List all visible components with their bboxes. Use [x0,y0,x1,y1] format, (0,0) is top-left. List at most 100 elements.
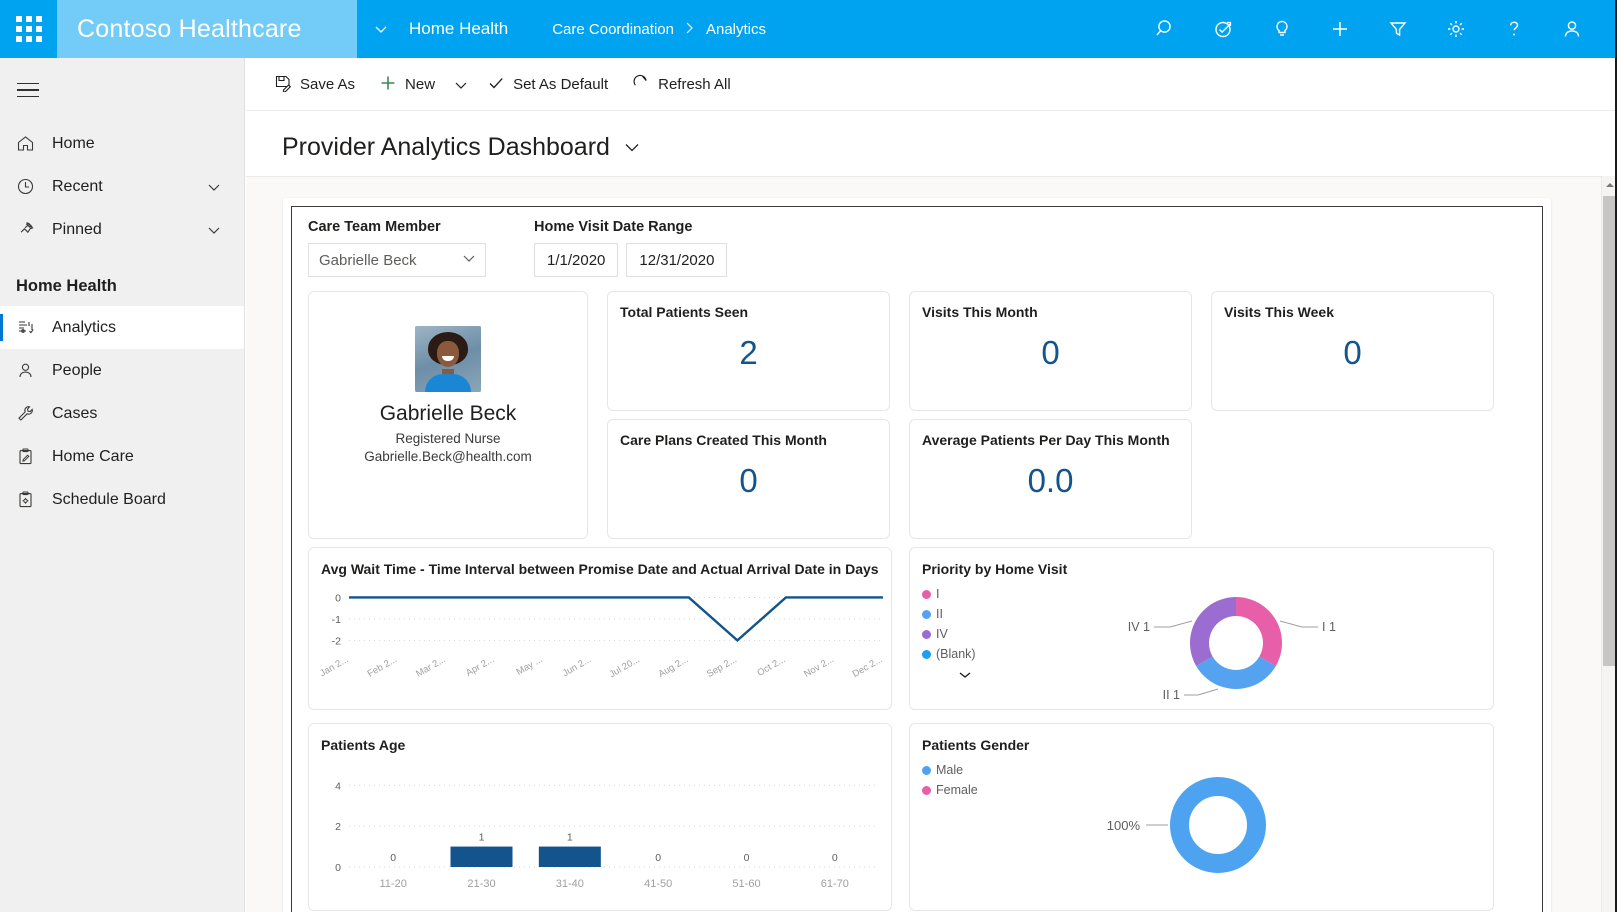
breadcrumb-current[interactable]: Analytics [706,21,766,38]
sidebar-item-pinned[interactable]: Pinned [0,208,244,251]
kpi-title: Visits This Week [1212,292,1493,320]
sidebar-item-schedule-board[interactable]: Schedule Board [0,478,244,521]
kpi-title: Total Patients Seen [608,292,889,320]
chart-title: Patients Age [309,724,891,755]
avatar [415,326,481,392]
hamburger-icon[interactable] [0,64,56,116]
svg-text:0: 0 [832,852,838,864]
person-icon[interactable] [1543,0,1601,58]
svg-text:11-20: 11-20 [380,878,407,890]
sidebar-item-home[interactable]: Home [0,122,244,165]
dashboard-inner: Care Team Member Gabrielle Beck Home Vis… [291,206,1543,912]
svg-text:100%: 100% [1106,818,1140,833]
chart-tile-patients-gender[interactable]: Patients Gender MaleFemale 100% [909,723,1494,911]
sidebar-item-label: People [52,362,244,380]
legend-label: IV [936,627,948,641]
set-as-default-label: Set As Default [513,76,608,93]
app-launcher-icon[interactable] [0,0,57,58]
svg-text:51-60: 51-60 [732,878,760,890]
chart-tile-avg-wait-time[interactable]: Avg Wait Time - Time Interval between Pr… [308,547,892,710]
date-range-end-input[interactable]: 12/31/2020 [626,243,727,277]
sidebar-item-recent[interactable]: Recent [0,165,244,208]
sidebar-item-home-care[interactable]: Home Care [0,435,244,478]
legend-item[interactable]: Male [922,763,978,777]
kpi-tile-total-patients-seen[interactable]: Total Patients Seen 2 [607,291,890,411]
plus-icon[interactable] [1311,0,1369,58]
chevron-down-icon[interactable] [357,0,405,58]
refresh-all-label: Refresh All [658,76,731,93]
sidebar-item-label: Schedule Board [52,491,244,509]
gear-icon[interactable] [1427,0,1485,58]
legend-label: I [936,587,939,601]
breadcrumb: Care Coordination Analytics [552,21,766,38]
app-name-link[interactable]: Home Health [405,19,522,39]
care-team-member-value: Gabrielle Beck [319,252,461,269]
kpi-value: 0 [608,462,889,500]
search-icon[interactable] [1137,0,1195,58]
patients-gender-donut-chart: 100% [988,755,1428,895]
date-range-label: Home Visit Date Range [534,219,727,235]
legend-item[interactable]: I [922,587,976,601]
person-icon [16,361,52,380]
provider-profile-tile: Gabrielle Beck Registered Nurse Gabriell… [308,291,588,539]
chart-tile-patients-age[interactable]: Patients Age 024011-20121-30131-40041-50… [308,723,892,911]
sidebar-item-people[interactable]: People [0,349,244,392]
svg-text:21-30: 21-30 [467,878,495,890]
svg-text:Sep 2...: Sep 2... [705,654,739,680]
chevron-down-icon[interactable] [206,179,244,195]
sidebar-group-title: Home Health [0,251,244,306]
priority-donut-chart: I 1IV 1II 1 [996,579,1426,707]
set-as-default-button[interactable]: Set As Default [475,65,620,105]
svg-text:1: 1 [567,832,573,844]
sidebar-item-analytics[interactable]: Analytics [0,306,244,349]
svg-text:IV 1: IV 1 [1127,620,1149,634]
svg-text:Apr 2...: Apr 2... [464,654,496,679]
svg-text:Aug 2...: Aug 2... [656,654,690,680]
brand-title: Contoso Healthcare [57,0,357,58]
analytics-icon [16,318,52,337]
chevron-down-icon[interactable] [206,222,244,238]
kpi-title: Visits This Month [910,292,1191,320]
kpi-tile-visits-this-month[interactable]: Visits This Month 0 [909,291,1192,411]
svg-text:2: 2 [335,821,341,833]
dashboard-filters: Care Team Member Gabrielle Beck Home Vis… [308,219,1526,277]
save-as-button[interactable]: Save As [262,65,367,105]
legend-item[interactable]: Female [922,783,978,797]
care-team-member-filter: Care Team Member Gabrielle Beck [308,219,486,277]
legend-label: Female [936,783,978,797]
filter-icon[interactable] [1369,0,1427,58]
svg-text:4: 4 [335,781,341,793]
lightbulb-icon[interactable] [1253,0,1311,58]
legend-item[interactable]: II [922,607,976,621]
kpi-value: 0 [910,334,1191,372]
svg-text:May ...: May ... [514,654,544,678]
save-as-label: Save As [300,76,355,93]
kpi-tile-care-plans-created[interactable]: Care Plans Created This Month 0 [607,419,890,539]
avg-wait-time-line-chart: 0-1-2Jan 2...Feb 2...Mar 2...Apr 2...May… [309,579,893,691]
sidebar-item-cases[interactable]: Cases [0,392,244,435]
breadcrumb-parent[interactable]: Care Coordination [552,21,674,38]
legend-item[interactable]: IV [922,627,976,641]
chevron-down-icon[interactable] [447,77,475,93]
care-team-member-select[interactable]: Gabrielle Beck [308,243,486,277]
dashboard-card: Care Team Member Gabrielle Beck Home Vis… [283,198,1551,912]
date-range-start-input[interactable]: 1/1/2020 [534,243,618,277]
date-range-filter: Home Visit Date Range 1/1/2020 12/31/202… [534,219,727,277]
refresh-all-button[interactable]: Refresh All [620,65,743,105]
kpi-tile-visits-this-week[interactable]: Visits This Week 0 [1211,291,1494,411]
new-label: New [405,76,435,93]
svg-text:41-50: 41-50 [644,878,672,890]
sidebar: Home Recent Pinned Home Health [0,58,245,912]
kpi-tile-average-patients-per-day[interactable]: Average Patients Per Day This Month 0.0 [909,419,1192,539]
svg-text:Jul 20...: Jul 20... [607,654,641,680]
chevron-down-icon [461,250,477,271]
new-button[interactable]: New [367,65,447,105]
sidebar-item-label: Home Care [52,448,244,466]
chevron-down-icon[interactable] [922,667,976,685]
chart-tile-priority-by-home-visit[interactable]: Priority by Home Visit IIIIV(Blank) I 1I… [909,547,1494,710]
chevron-down-icon[interactable] [622,137,642,157]
dashboard-tiles: Gabrielle Beck Registered Nurse Gabriell… [308,291,1526,911]
question-icon[interactable] [1485,0,1543,58]
assistant-icon[interactable] [1195,0,1253,58]
legend-item[interactable]: (Blank) [922,647,976,661]
